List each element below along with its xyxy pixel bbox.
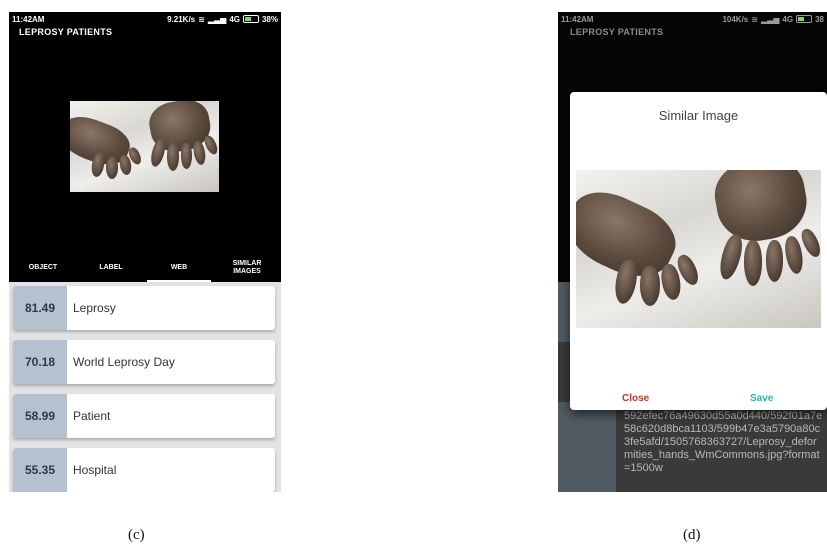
tab-similar-images-label: SIMILAR IMAGES — [232, 260, 262, 275]
status-time: 11:42AM — [561, 14, 594, 24]
result-score: 58.99 — [13, 394, 67, 438]
similar-image-photo — [576, 170, 821, 328]
dialog-title: Similar Image — [658, 108, 739, 123]
web-results-list: 81.49 Leprosy 70.18 World Leprosy Day 58… — [9, 282, 281, 492]
result-score: 70.18 — [13, 340, 67, 384]
tab-similar-images[interactable]: SIMILAR IMAGES — [213, 254, 281, 282]
network-speed: 9.21K/s — [167, 14, 196, 24]
tab-web[interactable]: WEB — [145, 254, 213, 282]
result-label: World Leprosy Day — [73, 355, 175, 369]
result-label: Patient — [73, 409, 111, 423]
dimmed-card — [558, 402, 616, 492]
wifi-icon: ≋ — [751, 14, 758, 24]
status-bar: 11:42AM 104K/s ≋ ▂▃▅ 4G 38 — [558, 12, 827, 26]
phone-screen-d: 11:42AM 104K/s ≋ ▂▃▅ 4G 38 LEPROSY PATIE… — [558, 12, 827, 492]
battery-percent: 38% — [261, 14, 278, 24]
wifi-icon: ≋ — [198, 14, 205, 24]
signal-icon: ▂▃▅ — [207, 14, 227, 24]
image-url-text: 592efec76a49630d55a0d440/592f01a7e58c620… — [624, 410, 823, 474]
signal-icon: ▂▃▅ — [760, 14, 780, 24]
similar-image-dialog: Similar Image Close Save — [570, 92, 827, 410]
result-row[interactable]: 70.18 World Leprosy Day — [13, 340, 275, 384]
tab-object[interactable]: OBJECT — [9, 254, 77, 282]
result-label: Leprosy — [73, 301, 116, 315]
caption-c: (c) — [128, 527, 145, 543]
battery-percent: 38 — [815, 14, 824, 24]
right-hand — [709, 170, 813, 248]
app-title: LEPROSY PATIENTS — [19, 27, 113, 37]
network-speed: 104K/s — [722, 14, 749, 24]
status-time: 11:42AM — [12, 14, 45, 24]
close-button[interactable]: Close — [622, 393, 649, 404]
status-bar: 11:42AM 9.21K/s ≋ ▂▃▅ 4G 38% — [9, 12, 281, 26]
network-type: 4G — [782, 14, 794, 24]
result-row[interactable]: 58.99 Patient — [13, 394, 275, 438]
battery-icon — [242, 15, 259, 23]
result-label: Hospital — [73, 463, 117, 477]
result-score: 55.35 — [13, 448, 67, 492]
app-title: LEPROSY PATIENTS — [570, 27, 664, 37]
tab-label[interactable]: LABEL — [77, 254, 145, 282]
result-score: 81.49 — [13, 286, 67, 330]
result-row[interactable]: 55.35 Hospital — [13, 448, 275, 492]
battery-icon — [796, 15, 813, 23]
result-row[interactable]: 81.49 Leprosy — [13, 286, 275, 330]
phone-screen-c: 11:42AM 9.21K/s ≋ ▂▃▅ 4G 38% LEPROSY PAT… — [9, 12, 281, 492]
network-type: 4G — [229, 14, 240, 24]
caption-d: (d) — [683, 527, 701, 543]
save-button[interactable]: Save — [750, 393, 773, 404]
tab-bar: OBJECT LABEL WEB SIMILAR IMAGES — [9, 254, 281, 282]
patient-photo — [70, 101, 219, 192]
